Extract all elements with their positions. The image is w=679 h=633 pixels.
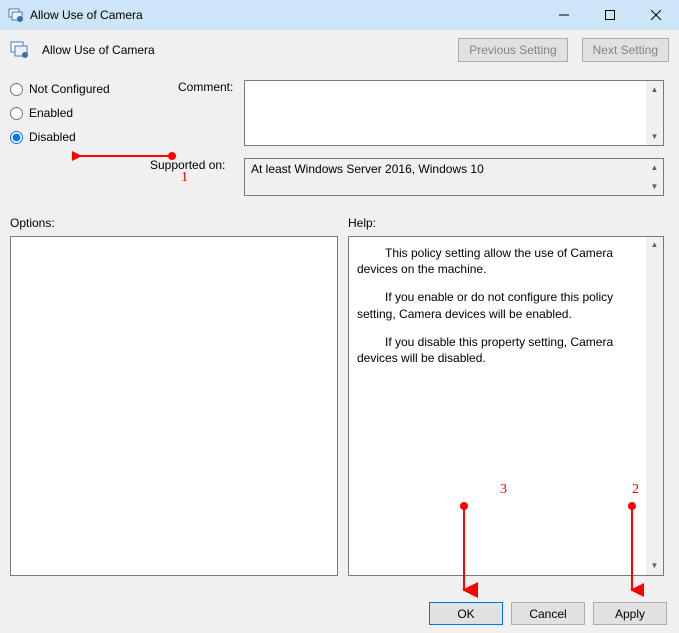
radio-enabled-input[interactable] [10,107,23,120]
radio-not-configured-input[interactable] [10,83,23,96]
scroll-up-icon[interactable]: ▲ [646,159,663,176]
dialog-buttons: OK Cancel Apply [429,602,667,625]
apply-button[interactable]: Apply [593,602,667,625]
scroll-up-icon[interactable]: ▲ [646,237,663,254]
help-pane: This policy setting allow the use of Cam… [348,236,664,576]
annotation-1: 1 [181,170,188,186]
gpedit-icon [8,7,24,23]
scrollbar[interactable]: ▲ ▼ [646,237,663,575]
radio-not-configured[interactable]: Not Configured [10,82,170,96]
cancel-button[interactable]: Cancel [511,602,585,625]
close-button[interactable] [633,0,679,30]
scroll-down-icon[interactable]: ▼ [646,558,663,575]
radio-label: Enabled [29,106,73,120]
policy-title: Allow Use of Camera [42,43,155,57]
help-paragraph: If you disable this property setting, Ca… [357,334,643,366]
minimize-button[interactable] [541,0,587,30]
scroll-up-icon[interactable]: ▲ [646,81,663,98]
supported-on-text: At least Windows Server 2016, Windows 10 [251,162,484,176]
scrollbar[interactable]: ▲ ▼ [646,81,663,145]
radio-disabled[interactable]: Disabled [10,130,170,144]
radio-label: Not Configured [29,82,110,96]
next-setting-button[interactable]: Next Setting [582,38,669,62]
options-pane [10,236,338,576]
help-paragraph: This policy setting allow the use of Cam… [357,245,643,277]
window-title: Allow Use of Camera [30,8,541,22]
supported-on-field: At least Windows Server 2016, Windows 10… [244,158,664,196]
dialog-body: Allow Use of Camera Previous Setting Nex… [0,30,679,633]
state-radio-group: Not Configured Enabled Disabled [10,78,170,144]
comment-textarea[interactable]: ▲ ▼ [244,80,664,146]
scrollbar[interactable]: ▲ ▼ [646,159,663,195]
previous-setting-button[interactable]: Previous Setting [458,38,567,62]
scroll-down-icon[interactable]: ▼ [646,178,663,195]
radio-label: Disabled [29,130,76,144]
scroll-down-icon[interactable]: ▼ [646,128,663,145]
supported-on-label: Supported on: [150,158,225,172]
help-label: Help: [348,216,376,230]
maximize-button[interactable] [587,0,633,30]
policy-icon [10,40,30,60]
title-bar: Allow Use of Camera [0,0,679,30]
help-paragraph: If you enable or do not configure this p… [357,289,643,321]
radio-disabled-input[interactable] [10,131,23,144]
radio-enabled[interactable]: Enabled [10,106,170,120]
ok-button[interactable]: OK [429,602,503,625]
comment-label: Comment: [178,80,233,94]
options-label: Options: [10,216,55,230]
